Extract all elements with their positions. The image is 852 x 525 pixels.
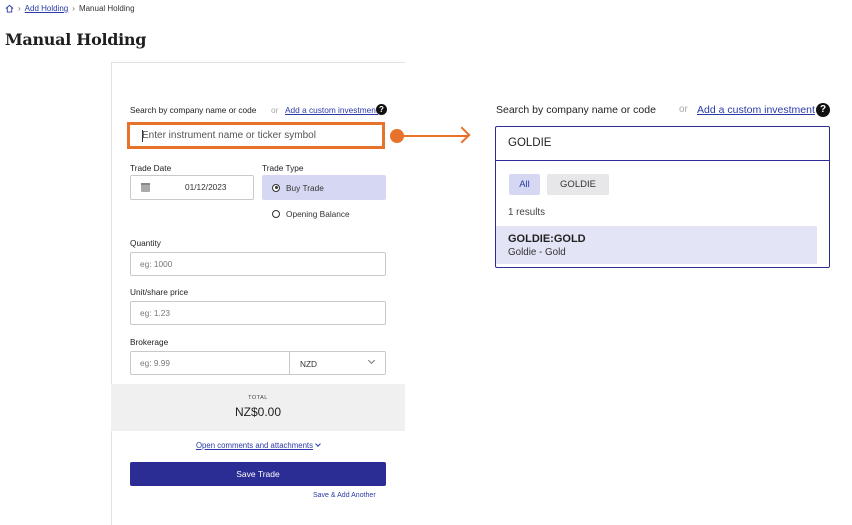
save-trade-button[interactable]: Save Trade: [130, 462, 386, 486]
breadcrumb-separator: ›: [18, 4, 21, 13]
filter-chip-goldie[interactable]: GOLDIE: [547, 174, 609, 195]
zoom-search-input[interactable]: GOLDIE: [496, 127, 829, 161]
result-code: GOLDIE:GOLD: [508, 233, 586, 245]
zoom-help-icon[interactable]: ?: [816, 103, 830, 117]
comments-region: Open comments and attachments: [111, 0, 405, 525]
save-add-another-link[interactable]: Save & Add Another: [313, 492, 376, 499]
chevron-down-icon: [315, 441, 321, 447]
search-result-item[interactable]: GOLDIE:GOLD Goldie - Gold: [496, 226, 817, 264]
zoom-search-value: GOLDIE: [508, 137, 552, 149]
search-results-dropdown: GOLDIE All GOLDIE 1 results GOLDIE:GOLD …: [495, 126, 830, 268]
filter-chip-all[interactable]: All: [509, 174, 540, 195]
result-name: Goldie - Gold: [508, 247, 566, 258]
result-count: 1 results: [508, 207, 546, 218]
zoom-add-custom-investment-link[interactable]: Add a custom investment: [697, 104, 815, 116]
zoom-search-label: Search by company name or code: [496, 104, 656, 116]
breadcrumb-separator: ›: [72, 4, 75, 13]
zoom-or-text: or: [679, 104, 688, 115]
callout-arrow-icon: [453, 126, 471, 144]
home-icon[interactable]: [5, 4, 14, 13]
breadcrumb-add-holding[interactable]: Add Holding: [25, 4, 69, 13]
open-comments-link[interactable]: Open comments and attachments: [196, 441, 313, 450]
open-comments-row: Open comments and attachments: [111, 441, 405, 450]
